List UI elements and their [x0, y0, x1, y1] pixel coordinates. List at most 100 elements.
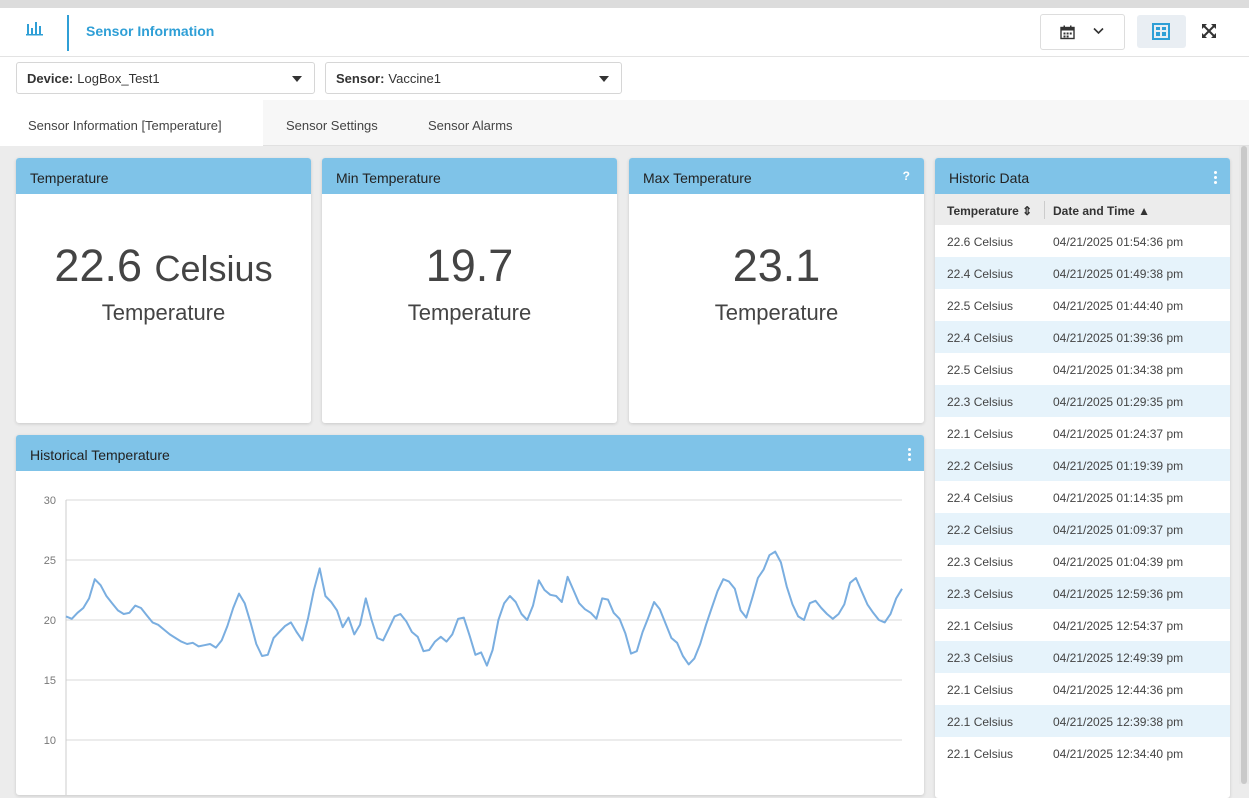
card-title-text: Max Temperature: [643, 170, 752, 186]
cell-date-time: 04/21/2025 01:29:35 pm: [1053, 395, 1184, 409]
table-row[interactable]: 22.5 Celsius 04/21/2025 01:44:40 pm: [935, 289, 1230, 321]
table-row[interactable]: 22.3 Celsius 04/21/2025 12:49:39 pm: [935, 641, 1230, 673]
dashboard-view-button[interactable]: [1137, 15, 1186, 48]
cell-date-time: 04/21/2025 12:59:36 pm: [1053, 587, 1184, 601]
dashboard-view-icon: [1152, 23, 1170, 40]
device-label: Device:: [27, 71, 74, 86]
top-bar: Sensor Information: [0, 0, 1249, 57]
column-header-date[interactable]: Date and Time ▲: [1053, 204, 1150, 218]
cell-temperature: 22.1 Celsius: [947, 427, 1014, 441]
table-row[interactable]: 22.4 Celsius 04/21/2025 01:49:38 pm: [935, 257, 1230, 289]
y-tick-label: 10: [44, 735, 56, 747]
cell-temperature: 22.3 Celsius: [947, 395, 1014, 409]
cell-date-time: 04/21/2025 12:39:38 pm: [1053, 715, 1184, 729]
chart-title: Historical Temperature: [30, 447, 170, 463]
chevron-down-icon: [1093, 27, 1104, 35]
max-temperature-card: Max Temperature ? 23.1 Temperature: [629, 158, 924, 423]
y-tick-label: 20: [44, 615, 56, 627]
card-title: Temperature: [16, 158, 311, 194]
cell-temperature: 22.5 Celsius: [947, 299, 1014, 313]
cell-date-time: 04/21/2025 12:49:39 pm: [1053, 651, 1184, 665]
historical-temperature-card: Historical Temperature 10 15 20 25 30: [16, 435, 924, 795]
scrollbar-thumb[interactable]: [1241, 146, 1247, 784]
card-title: Max Temperature ?: [629, 158, 924, 194]
cell-temperature: 22.1 Celsius: [947, 747, 1014, 761]
more-options-icon[interactable]: [1214, 171, 1217, 186]
cell-date-time: 04/21/2025 01:09:37 pm: [1053, 523, 1184, 537]
cell-date-time: 04/21/2025 01:24:37 pm: [1053, 427, 1184, 441]
min-temperature-value: 19.7: [425, 240, 514, 291]
table-row[interactable]: 22.1 Celsius 04/21/2025 12:44:36 pm: [935, 673, 1230, 705]
current-temperature-card: Temperature 22.6 Celsius Temperature: [16, 158, 311, 423]
cell-temperature: 22.6 Celsius: [947, 235, 1014, 249]
header-divider: [67, 15, 69, 51]
table-row[interactable]: 22.1 Celsius 04/21/2025 12:54:37 pm: [935, 609, 1230, 641]
table-row[interactable]: 22.3 Celsius 04/21/2025 12:59:36 pm: [935, 577, 1230, 609]
help-icon[interactable]: ?: [903, 169, 910, 183]
current-temperature-value: 22.6 Celsius: [16, 240, 311, 292]
y-tick-label: 25: [44, 555, 56, 567]
expand-icon[interactable]: [1199, 19, 1219, 43]
value-caption: Temperature: [714, 300, 839, 325]
table-row[interactable]: 22.3 Celsius 04/21/2025 01:04:39 pm: [935, 545, 1230, 577]
cell-date-time: 04/21/2025 12:44:36 pm: [1053, 683, 1184, 697]
value-caption: Temperature: [101, 300, 226, 325]
tab-sensor-information[interactable]: Sensor Information [Temperature]: [0, 100, 263, 146]
column-header-temperature[interactable]: Temperature ⇕: [947, 204, 1032, 218]
sensor-label: Sensor:: [336, 71, 385, 86]
tab-sensor-alarms[interactable]: Sensor Alarms: [428, 100, 513, 146]
table-header: Temperature ⇕ Date and Time ▲: [935, 194, 1230, 225]
cell-temperature: 22.3 Celsius: [947, 587, 1014, 601]
cell-temperature: 22.1 Celsius: [947, 683, 1014, 697]
device-dropdown[interactable]: Device: LogBox_Test1: [16, 62, 315, 94]
table-row[interactable]: 22.1 Celsius 04/21/2025 12:39:38 pm: [935, 705, 1230, 737]
cell-date-time: 04/21/2025 01:19:39 pm: [1053, 459, 1184, 473]
card-title: Min Temperature: [322, 158, 617, 194]
cell-date-time: 04/21/2025 01:04:39 pm: [1053, 555, 1184, 569]
cell-temperature: 22.3 Celsius: [947, 555, 1014, 569]
table-row[interactable]: 22.2 Celsius 04/21/2025 01:09:37 pm: [935, 513, 1230, 545]
cell-date-time: 04/21/2025 01:14:35 pm: [1053, 491, 1184, 505]
table-row[interactable]: 22.3 Celsius 04/21/2025 01:29:35 pm: [935, 385, 1230, 417]
cell-date-time: 04/21/2025 01:44:40 pm: [1053, 299, 1184, 313]
cell-temperature: 22.4 Celsius: [947, 491, 1014, 505]
temperature-line-chart: 10 15 20 25 30: [44, 495, 903, 795]
card-title: Historic Data: [935, 158, 1230, 194]
caret-down-icon: [599, 76, 609, 82]
value-caption: Temperature: [407, 300, 532, 325]
table-row[interactable]: 22.4 Celsius 04/21/2025 01:39:36 pm: [935, 321, 1230, 353]
table-row[interactable]: 22.2 Celsius 04/21/2025 01:19:39 pm: [935, 449, 1230, 481]
cell-temperature: 22.5 Celsius: [947, 363, 1014, 377]
table-row[interactable]: 22.1 Celsius 04/21/2025 12:34:40 pm: [935, 737, 1230, 769]
temperature-series-line: [65, 550, 903, 667]
table-row[interactable]: 22.6 Celsius 04/21/2025 01:54:36 pm: [935, 225, 1230, 257]
cell-date-time: 04/21/2025 01:34:38 pm: [1053, 363, 1184, 377]
table-row[interactable]: 22.5 Celsius 04/21/2025 01:34:38 pm: [935, 353, 1230, 385]
cell-temperature: 22.2 Celsius: [947, 523, 1014, 537]
y-tick-label: 30: [44, 495, 56, 507]
caret-down-icon: [292, 76, 302, 82]
y-tick-label: 15: [44, 675, 56, 687]
selector-bar: Device: LogBox_Test1 Sensor: Vaccine1: [0, 57, 1249, 100]
cell-temperature: 22.1 Celsius: [947, 619, 1014, 633]
cell-date-time: 04/21/2025 01:39:36 pm: [1053, 331, 1184, 345]
min-temperature-card: Min Temperature 19.7 Temperature: [322, 158, 617, 423]
card-title-text: Historic Data: [949, 170, 1030, 186]
date-range-picker[interactable]: [1040, 14, 1125, 50]
sensor-dropdown[interactable]: Sensor: Vaccine1: [325, 62, 622, 94]
cell-temperature: 22.4 Celsius: [947, 267, 1014, 281]
more-options-icon[interactable]: [908, 448, 911, 463]
page-scrollbar[interactable]: [1239, 146, 1249, 784]
table-row[interactable]: 22.4 Celsius 04/21/2025 01:14:35 pm: [935, 481, 1230, 513]
cell-date-time: 04/21/2025 12:54:37 pm: [1053, 619, 1184, 633]
column-divider: [1044, 201, 1045, 219]
cell-temperature: 22.1 Celsius: [947, 715, 1014, 729]
cell-date-time: 04/21/2025 01:49:38 pm: [1053, 267, 1184, 281]
cell-temperature: 22.3 Celsius: [947, 651, 1014, 665]
value-number: 22.6: [54, 240, 143, 291]
cell-temperature: 22.4 Celsius: [947, 331, 1014, 345]
calendar-icon: [1060, 25, 1075, 40]
page-title: Sensor Information: [86, 23, 215, 39]
tab-sensor-settings[interactable]: Sensor Settings: [286, 100, 378, 146]
table-row[interactable]: 22.1 Celsius 04/21/2025 01:24:37 pm: [935, 417, 1230, 449]
